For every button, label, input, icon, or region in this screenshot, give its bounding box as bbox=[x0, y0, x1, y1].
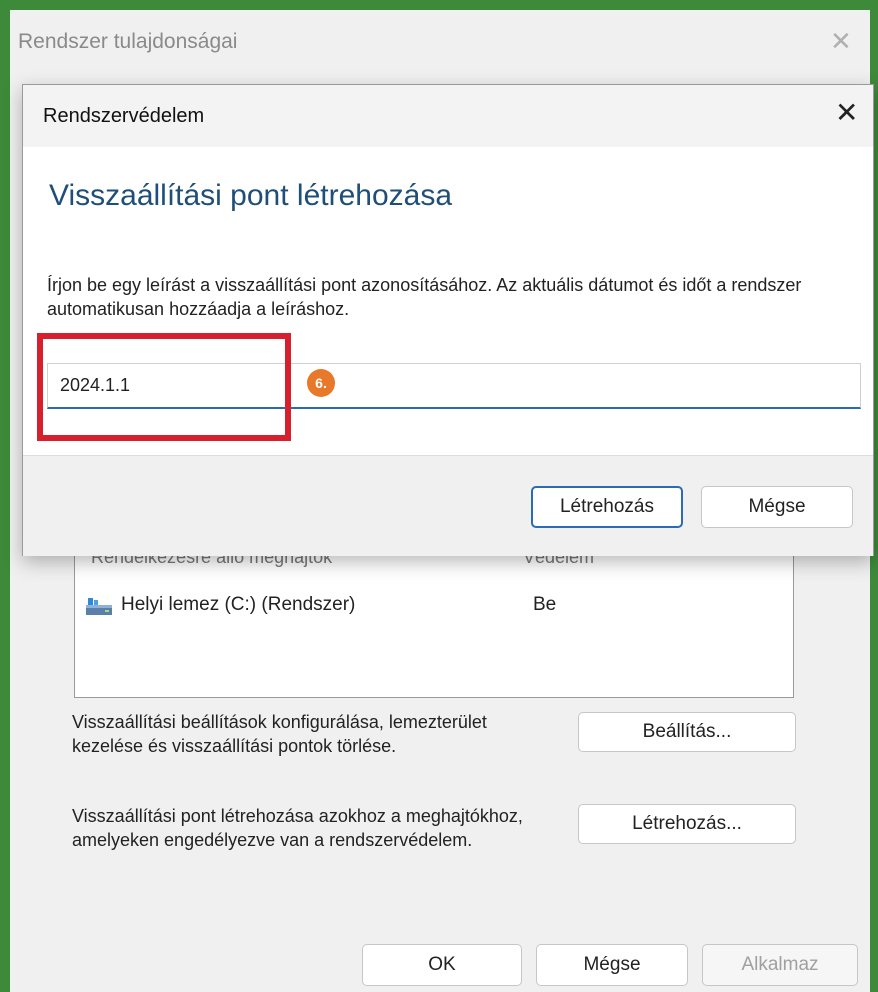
drive-protection-status: Be bbox=[533, 594, 557, 615]
configure-description: Visszaállítási beállítások konfigurálása… bbox=[72, 712, 487, 756]
cancel-button[interactable]: Mégse bbox=[536, 944, 688, 986]
step-badge: 6. bbox=[307, 369, 335, 397]
ok-button[interactable]: OK bbox=[362, 944, 522, 986]
dialog-footer: Létrehozás Mégse bbox=[23, 455, 873, 556]
dialog-heading: Visszaállítási pont létrehozása bbox=[49, 179, 453, 212]
apply-button[interactable]: Alkalmaz bbox=[702, 944, 858, 986]
dialog-titlebar: Rendszervédelem ✕ bbox=[23, 85, 873, 147]
create-description: Visszaállítási pont létrehozása azokhoz … bbox=[72, 806, 523, 850]
drive-name: Helyi lemez (C:) (Rendszer) bbox=[121, 594, 356, 615]
drive-icon bbox=[86, 598, 112, 615]
dialog-create-button[interactable]: Létrehozás bbox=[531, 486, 683, 528]
window-close-icon[interactable]: ✕ bbox=[830, 28, 852, 54]
dialog-close-icon[interactable]: ✕ bbox=[835, 99, 858, 127]
highlight-box bbox=[37, 333, 291, 441]
system-protection-dialog: Rendszervédelem ✕ Visszaállítási pont lé… bbox=[22, 84, 874, 556]
dialog-title: Rendszervédelem bbox=[43, 105, 205, 127]
drive-list[interactable]: Rendelkezésre álló meghajtók Védelem Hel… bbox=[74, 540, 794, 698]
dialog-cancel-button[interactable]: Mégse bbox=[701, 486, 853, 528]
create-point-button[interactable]: Létrehozás... bbox=[578, 804, 796, 844]
list-item-drive-c[interactable]: Helyi lemez (C:) (Rendszer) Be bbox=[85, 593, 775, 621]
dialog-instructions: Írjon be egy leírást a visszaállítási po… bbox=[47, 275, 802, 319]
configure-button[interactable]: Beállítás... bbox=[578, 712, 796, 752]
window-title: Rendszer tulajdonságai bbox=[18, 30, 238, 53]
